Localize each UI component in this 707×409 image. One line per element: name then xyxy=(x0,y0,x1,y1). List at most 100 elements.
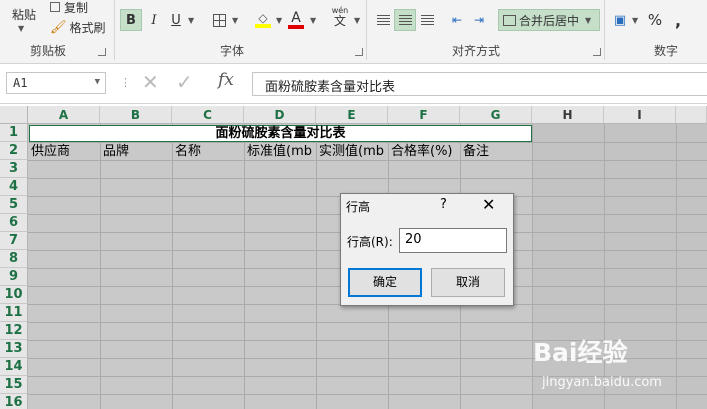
select-all-corner[interactable] xyxy=(0,106,28,124)
align-right-button[interactable] xyxy=(416,9,438,31)
format-painter-button[interactable]: 🖌 格式刷 xyxy=(50,16,106,38)
font-color-button[interactable]: A xyxy=(286,9,306,31)
font-color-glyph: A xyxy=(291,9,301,26)
border-button[interactable] xyxy=(208,9,230,31)
cell-b2[interactable]: 品牌 xyxy=(101,143,172,161)
copy-label: 复制 xyxy=(64,0,89,15)
merge-center-button[interactable]: 合并后居中 ▼ xyxy=(498,9,600,31)
fill-color-button[interactable]: ◇ xyxy=(252,9,274,31)
accounting-format-button[interactable]: ▣ xyxy=(610,9,630,31)
alignment-launcher-icon[interactable] xyxy=(593,48,601,56)
formula-input[interactable]: 面粉硫胺素含量对比表 xyxy=(252,72,707,96)
column-header-b[interactable]: B xyxy=(100,106,172,124)
row-header-3[interactable]: 3 xyxy=(0,160,28,178)
increase-indent-icon: ⇥ xyxy=(473,13,485,27)
fill-caret-icon[interactable]: ▼ xyxy=(276,16,282,25)
font-group-label: 字体 xyxy=(220,44,245,58)
watermark-brand: Bai经验 xyxy=(533,338,628,367)
grid-line xyxy=(244,124,245,409)
align-center-button[interactable] xyxy=(394,9,416,31)
decrease-indent-icon: ⇤ xyxy=(451,13,463,27)
align-right-icon xyxy=(420,14,434,26)
fill-color-swatch xyxy=(255,24,271,28)
name-box-caret-icon[interactable]: ▼ xyxy=(95,77,100,87)
formula-bar: A1 ▼ ⋮ ✕ ✓ fx 面粉硫胺素含量对比表 xyxy=(0,64,707,104)
row-header-8[interactable]: 8 xyxy=(0,250,28,268)
merge-caret-icon: ▼ xyxy=(585,15,592,25)
percent-button[interactable]: % xyxy=(645,9,665,31)
column-header-j[interactable] xyxy=(676,106,707,124)
column-header-g[interactable]: G xyxy=(460,106,532,124)
cell-c2[interactable]: 名称 xyxy=(173,143,244,161)
font-launcher-icon[interactable] xyxy=(355,48,363,56)
ok-button[interactable]: 确定 xyxy=(348,268,422,297)
cell-g2[interactable]: 备注 xyxy=(461,143,532,161)
row-header-11[interactable]: 11 xyxy=(0,304,28,322)
accounting-caret-icon[interactable]: ▼ xyxy=(632,16,638,25)
border-icon xyxy=(212,13,226,27)
italic-button[interactable]: I xyxy=(144,9,164,31)
underline-button[interactable]: U xyxy=(166,9,186,31)
confirm-entry-icon[interactable]: ✓ xyxy=(176,70,193,94)
insert-function-icon[interactable]: fx xyxy=(218,70,234,90)
grid-line xyxy=(28,178,707,179)
cancel-button[interactable]: 取消 xyxy=(431,268,505,297)
bold-button[interactable]: B xyxy=(120,9,142,31)
row-header-6[interactable]: 6 xyxy=(0,214,28,232)
increase-indent-button[interactable]: ⇥ xyxy=(468,9,490,31)
row-header-5[interactable]: 5 xyxy=(0,196,28,214)
row-header-2[interactable]: 2 xyxy=(0,142,28,160)
phonetic-button[interactable]: wén 文 xyxy=(328,6,352,28)
cell-f2[interactable]: 合格率(%) xyxy=(389,143,460,161)
decrease-indent-button[interactable]: ⇤ xyxy=(446,9,468,31)
copy-button[interactable]: 复制 xyxy=(50,0,89,15)
underline-caret-icon[interactable]: ▼ xyxy=(188,16,194,25)
clipboard-launcher-icon[interactable] xyxy=(98,48,106,56)
merge-center-icon xyxy=(503,14,516,26)
column-header-e[interactable]: E xyxy=(316,106,388,124)
row-height-label: 行高(R): xyxy=(347,235,393,249)
copy-icon xyxy=(50,2,60,12)
merge-center-label: 合并后居中 xyxy=(519,13,580,28)
group-divider xyxy=(366,0,367,60)
column-header-f[interactable]: F xyxy=(388,106,460,124)
row-header-14[interactable]: 14 xyxy=(0,358,28,376)
align-left-button[interactable] xyxy=(372,9,394,31)
row-header-15[interactable]: 15 xyxy=(0,376,28,394)
border-caret-icon[interactable]: ▼ xyxy=(232,16,238,25)
row-header-7[interactable]: 7 xyxy=(0,232,28,250)
paste-caret-icon[interactable]: ▼ xyxy=(18,24,24,33)
column-header-d[interactable]: D xyxy=(244,106,316,124)
cell-e2[interactable]: 实测值(mb xyxy=(317,143,388,161)
font-color-caret-icon[interactable]: ▼ xyxy=(310,16,316,25)
row-header-12[interactable]: 12 xyxy=(0,322,28,340)
accounting-icon: ▣ xyxy=(613,12,627,28)
column-header-h[interactable]: H xyxy=(532,106,604,124)
column-header-c[interactable]: C xyxy=(172,106,244,124)
row-header-13[interactable]: 13 xyxy=(0,340,28,358)
phonetic-caret-icon[interactable]: ▼ xyxy=(354,16,360,25)
comma-style-button[interactable]: , xyxy=(670,9,686,31)
baidu-watermark: Bai经验 jingyan.baidu.com xyxy=(533,333,703,395)
cancel-entry-icon[interactable]: ✕ xyxy=(142,70,159,94)
paste-button[interactable]: 粘贴 xyxy=(4,4,44,24)
table-title-cell[interactable]: 面粉硫胺素含量对比表 xyxy=(29,125,532,142)
column-header-a[interactable]: A xyxy=(28,106,100,124)
cell-d2[interactable]: 标准值(mb xyxy=(245,143,316,161)
row-header-9[interactable]: 9 xyxy=(0,268,28,286)
row-header-1[interactable]: 1 xyxy=(0,124,28,142)
formula-bar-grip-icon: ⋮ xyxy=(120,76,131,89)
row-height-input[interactable]: 20 xyxy=(399,228,507,253)
column-header-i[interactable]: I xyxy=(604,106,676,124)
row-header-4[interactable]: 4 xyxy=(0,178,28,196)
name-box[interactable]: A1 ▼ xyxy=(6,72,106,94)
help-icon[interactable]: ? xyxy=(440,197,447,212)
close-icon[interactable]: ✕ xyxy=(482,195,495,214)
cell-a2[interactable]: 供应商 xyxy=(29,143,100,161)
row-header-10[interactable]: 10 xyxy=(0,286,28,304)
dialog-title: 行高 xyxy=(346,200,371,214)
ribbon: 粘贴 ▼ 复制 🖌 格式刷 剪贴板 B I U ▼ ▼ ◇ ▼ A ▼ wén … xyxy=(0,0,707,64)
row-header-16[interactable]: 16 xyxy=(0,394,28,409)
watermark-url: jingyan.baidu.com xyxy=(542,375,662,390)
grid-line xyxy=(100,124,101,409)
